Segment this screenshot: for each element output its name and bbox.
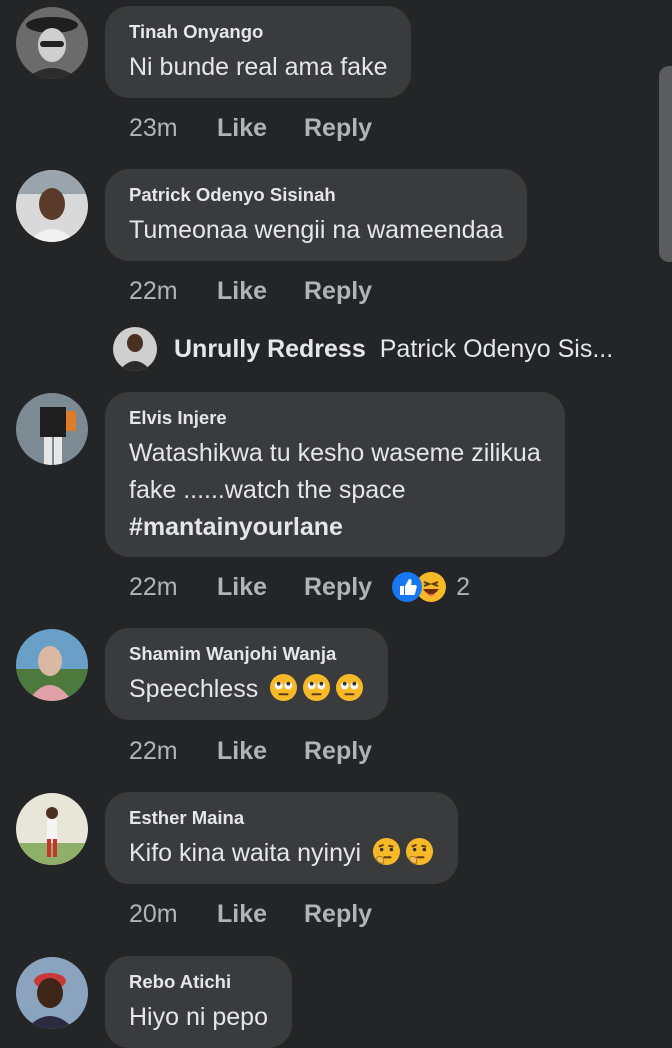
comment-text-content: Kifo kina waita nyinyi [129, 839, 362, 867]
comment-bubble: Rebo Atichi Hiyo ni pepo [105, 956, 292, 1048]
comment-text-content: Speechless [129, 675, 259, 703]
comment-text-line: fake ......watch the space [129, 476, 406, 504]
timestamp[interactable]: 22m [129, 737, 217, 766]
thinking-emoji-icon [405, 837, 434, 866]
like-button[interactable]: Like [217, 277, 304, 306]
like-reaction-icon [392, 572, 423, 602]
eye-roll-emoji-icon [269, 673, 298, 702]
comment-author[interactable]: Esther Maina [129, 807, 434, 829]
reply-snippet: Patrick Odenyo Sis... [379, 334, 614, 363]
avatar[interactable] [113, 327, 157, 371]
reactions-summary[interactable]: 2 [392, 572, 470, 602]
reply-button[interactable]: Reply [304, 573, 372, 602]
avatar[interactable] [16, 793, 88, 865]
timestamp[interactable]: 22m [129, 573, 217, 602]
reply-button[interactable]: Reply [304, 114, 372, 143]
comment-text: Ni bunde real ama fake [129, 53, 388, 81]
reply-button[interactable]: Reply [304, 900, 372, 929]
avatar[interactable] [16, 393, 88, 465]
eye-roll-emoji-icon [335, 673, 364, 702]
hashtag-link[interactable]: #mantainyourlane [129, 509, 541, 546]
comment-text-line: Watashikwa tu kesho waseme zilikua [129, 439, 541, 467]
reply-author[interactable]: Unrully Redress [174, 335, 366, 364]
reaction-count: 2 [456, 572, 470, 601]
eye-roll-emoji-icon [302, 673, 331, 702]
reply-preview[interactable]: Unrully Redress Patrick Odenyo Sis... [113, 326, 613, 372]
comment-text: Hiyo ni pepo [129, 1003, 268, 1031]
timestamp[interactable]: 22m [129, 277, 217, 306]
like-button[interactable]: Like [217, 114, 304, 143]
comment-author[interactable]: Patrick Odenyo Sisinah [129, 184, 503, 206]
comment-actions: 20m Like Reply [129, 897, 372, 931]
comment-bubble: Tinah Onyango Ni bunde real ama fake [105, 6, 412, 98]
avatar[interactable] [16, 7, 88, 79]
avatar[interactable] [16, 957, 88, 1029]
comment-author[interactable]: Rebo Atichi [129, 971, 268, 993]
comment-bubble: Shamim Wanjohi Wanja Speechless [105, 628, 389, 720]
comment-actions: 22m Like Reply [129, 274, 372, 308]
comment-actions: 23m Like Reply [129, 111, 372, 145]
comment-text: Tumeonaa wengii na wameendaa [129, 216, 504, 244]
avatar[interactable] [16, 170, 88, 242]
comment-actions: 22m Like Reply [129, 734, 372, 768]
like-button[interactable]: Like [217, 737, 304, 766]
comment-text: Watashikwa tu kesho waseme zilikua fake … [129, 435, 541, 546]
comment-bubble: Patrick Odenyo Sisinah Tumeonaa wengii n… [105, 169, 528, 261]
reply-button[interactable]: Reply [304, 737, 372, 766]
avatar[interactable] [16, 629, 88, 701]
comment-text: Speechless [129, 671, 364, 708]
scrollbar[interactable] [659, 66, 672, 262]
like-button[interactable]: Like [217, 900, 304, 929]
comment-bubble: Esther Maina Kifo kina waita nyinyi [105, 792, 459, 884]
thinking-emoji-icon [372, 837, 401, 866]
timestamp[interactable]: 20m [129, 900, 217, 929]
comment-author[interactable]: Tinah Onyango [129, 21, 387, 43]
comment-actions: 22m Like Reply 2 [129, 570, 470, 604]
timestamp[interactable]: 23m [129, 114, 217, 143]
reply-button[interactable]: Reply [304, 277, 372, 306]
comment-bubble: Elvis Injere Watashikwa tu kesho waseme … [105, 392, 565, 557]
comment-author[interactable]: Shamim Wanjohi Wanja [129, 643, 364, 665]
comment-text: Kifo kina waita nyinyi [129, 835, 434, 872]
like-button[interactable]: Like [217, 573, 304, 602]
comment-author[interactable]: Elvis Injere [129, 407, 541, 429]
